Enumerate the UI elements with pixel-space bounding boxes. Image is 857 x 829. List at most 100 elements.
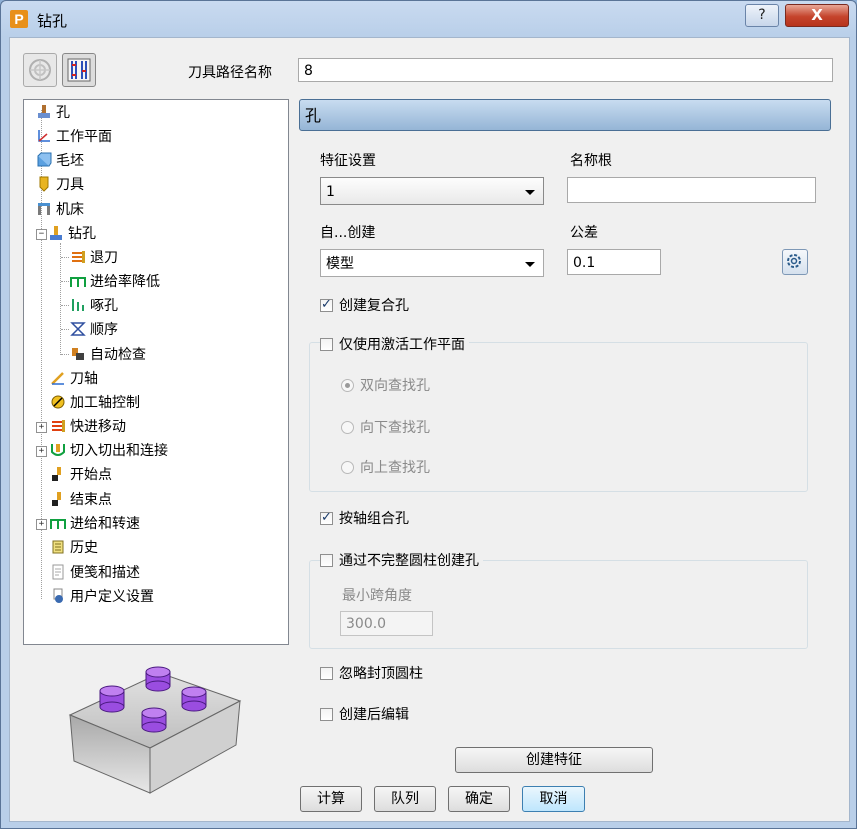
min-span-angle-label: 最小跨角度 xyxy=(342,588,412,604)
toolpath-name-input[interactable]: 8 xyxy=(298,58,833,82)
radio-label: 向下查找孔 xyxy=(360,420,430,436)
tree-item-retract[interactable]: 退刀 xyxy=(70,247,118,269)
create-features-button[interactable]: 创建特征 xyxy=(455,747,653,773)
ignore-capped-checkbox[interactable]: 忽略封顶圆柱 xyxy=(320,666,423,682)
hole-icon xyxy=(36,104,52,120)
tree-expand-toggle[interactable]: + xyxy=(36,519,47,530)
hole-preview-image xyxy=(68,666,242,794)
tree-item-rapid-move[interactable]: 快进移动 xyxy=(50,416,126,438)
start-point-icon xyxy=(50,466,66,482)
radio-search-up[interactable]: 向上查找孔 xyxy=(341,460,430,476)
toolpath-pattern-icon[interactable] xyxy=(62,53,96,87)
settings-tree[interactable]: 孔 工作平面 毛坯 刀具 机床 − 钻孔 退刀 进给率降低 啄孔 顺序 自动检查… xyxy=(23,99,289,645)
tree-item-drilling[interactable]: 钻孔 xyxy=(48,223,96,245)
dialog-window: P 钻孔 ? X 刀具路径名称 8 孔 工作平面 毛坯 刀具 机床 − 钻孔 退… xyxy=(0,0,857,829)
partial-cylinders-checkbox[interactable]: 通过不完整圆柱创建孔 xyxy=(320,553,483,569)
close-button[interactable]: X xyxy=(785,4,849,27)
help-button[interactable]: ? xyxy=(745,4,779,27)
peck-icon xyxy=(70,297,86,313)
checkbox-label: 创建后编辑 xyxy=(339,707,409,723)
tree-item-axis-control[interactable]: 加工轴控制 xyxy=(50,392,140,414)
radio-label: 向上查找孔 xyxy=(360,460,430,476)
create-from-select[interactable]: 模型 xyxy=(320,249,544,277)
checkbox-label: 创建复合孔 xyxy=(339,298,409,314)
tree-item-leads-links[interactable]: 切入切出和连接 xyxy=(50,440,168,462)
history-icon xyxy=(50,539,66,555)
calculate-button[interactable]: 计算 xyxy=(300,786,362,812)
tree-item-peck[interactable]: 啄孔 xyxy=(70,295,118,317)
tree-item-end-point[interactable]: 结束点 xyxy=(50,489,112,511)
radio-unselected xyxy=(341,461,354,474)
tree-item-order[interactable]: 顺序 xyxy=(70,319,118,341)
create-compound-holes-checkbox[interactable]: 创建复合孔 xyxy=(320,297,409,314)
checkbox-label: 通过不完整圆柱创建孔 xyxy=(339,553,479,569)
tolerance-label: 公差 xyxy=(570,225,598,241)
drilling-icon xyxy=(48,225,64,241)
tree-line xyxy=(61,329,69,330)
title-bar[interactable]: P 钻孔 ? X xyxy=(1,1,856,37)
workplane-icon xyxy=(36,128,52,144)
tree-item-start-point[interactable]: 开始点 xyxy=(50,464,112,486)
feature-set-value: 1 xyxy=(326,184,335,200)
axis-control-icon xyxy=(50,394,66,410)
chevron-down-icon xyxy=(525,190,535,195)
radio-label: 双向查找孔 xyxy=(360,378,430,394)
radio-selected xyxy=(341,379,354,392)
gear-icon xyxy=(787,254,801,268)
section-header-hole: 孔 xyxy=(299,99,831,131)
tree-item-tool-axis[interactable]: 刀轴 xyxy=(50,368,98,390)
tool-axis-icon xyxy=(50,370,66,386)
tree-item-tool[interactable]: 刀具 xyxy=(36,174,84,196)
feed-reduction-icon xyxy=(70,273,86,289)
tree-item-feed-reduction[interactable]: 进给率降低 xyxy=(70,271,160,293)
tree-line xyxy=(61,354,69,355)
leads-links-icon xyxy=(50,442,66,458)
checkbox-checked xyxy=(320,510,333,526)
tree-line xyxy=(61,257,69,258)
tree-expand-toggle[interactable]: + xyxy=(36,446,47,457)
tolerance-settings-button[interactable] xyxy=(782,249,808,275)
create-from-value: 模型 xyxy=(326,256,354,272)
tree-collapse-toggle[interactable]: − xyxy=(36,229,47,240)
tree-item-workplane[interactable]: 工作平面 xyxy=(36,126,112,148)
block-icon xyxy=(36,152,52,168)
min-span-angle-input[interactable]: 300.0 xyxy=(340,611,433,636)
feeds-speeds-icon xyxy=(50,515,66,531)
tolerance-input[interactable]: 0.1 xyxy=(567,249,661,275)
window-title: 钻孔 xyxy=(37,12,68,30)
radio-unselected xyxy=(341,421,354,434)
checkbox-unchecked xyxy=(320,338,333,351)
dialog-body: 刀具路径名称 8 孔 工作平面 毛坯 刀具 机床 − 钻孔 退刀 进给率降低 啄… xyxy=(9,37,850,822)
radio-search-both[interactable]: 双向查找孔 xyxy=(341,378,430,394)
create-from-label: 自...创建 xyxy=(320,225,376,241)
tree-item-feeds-speeds[interactable]: 进给和转速 xyxy=(50,513,140,535)
tree-item-machine[interactable]: 机床 xyxy=(36,199,84,221)
machine-icon xyxy=(36,201,52,217)
feature-set-select[interactable]: 1 xyxy=(320,177,544,205)
tree-item-history[interactable]: 历史 xyxy=(50,537,98,559)
cancel-button[interactable]: 取消 xyxy=(522,786,585,812)
tree-item-auto-verify[interactable]: 自动检查 xyxy=(70,344,146,366)
tree-item-block[interactable]: 毛坯 xyxy=(36,150,84,172)
tree-item-notes[interactable]: 便笺和描述 xyxy=(50,562,140,584)
checkbox-label: 仅使用激活工作平面 xyxy=(339,337,465,353)
tool-icon xyxy=(36,176,52,192)
name-root-input[interactable] xyxy=(567,177,816,203)
notes-icon xyxy=(50,564,66,580)
queue-button[interactable]: 队列 xyxy=(374,786,436,812)
tree-line xyxy=(60,243,61,355)
edit-after-create-checkbox[interactable]: 创建后编辑 xyxy=(320,707,409,723)
toolpath-ghost-icon[interactable] xyxy=(23,53,57,87)
checkbox-unchecked xyxy=(320,554,333,567)
tree-item-user-settings[interactable]: 用户定义设置 xyxy=(50,586,154,608)
active-workplane-only-checkbox[interactable]: 仅使用激活工作平面 xyxy=(320,337,469,353)
ok-button[interactable]: 确定 xyxy=(448,786,510,812)
tree-item-hole[interactable]: 孔 xyxy=(36,102,70,124)
checkbox-checked xyxy=(320,297,333,313)
group-by-axis-checkbox[interactable]: 按轴组合孔 xyxy=(320,510,409,527)
app-logo-icon: P xyxy=(10,10,28,28)
tree-expand-toggle[interactable]: + xyxy=(36,422,47,433)
order-icon xyxy=(70,321,86,337)
radio-search-down[interactable]: 向下查找孔 xyxy=(341,420,430,436)
chevron-down-icon xyxy=(525,262,535,267)
